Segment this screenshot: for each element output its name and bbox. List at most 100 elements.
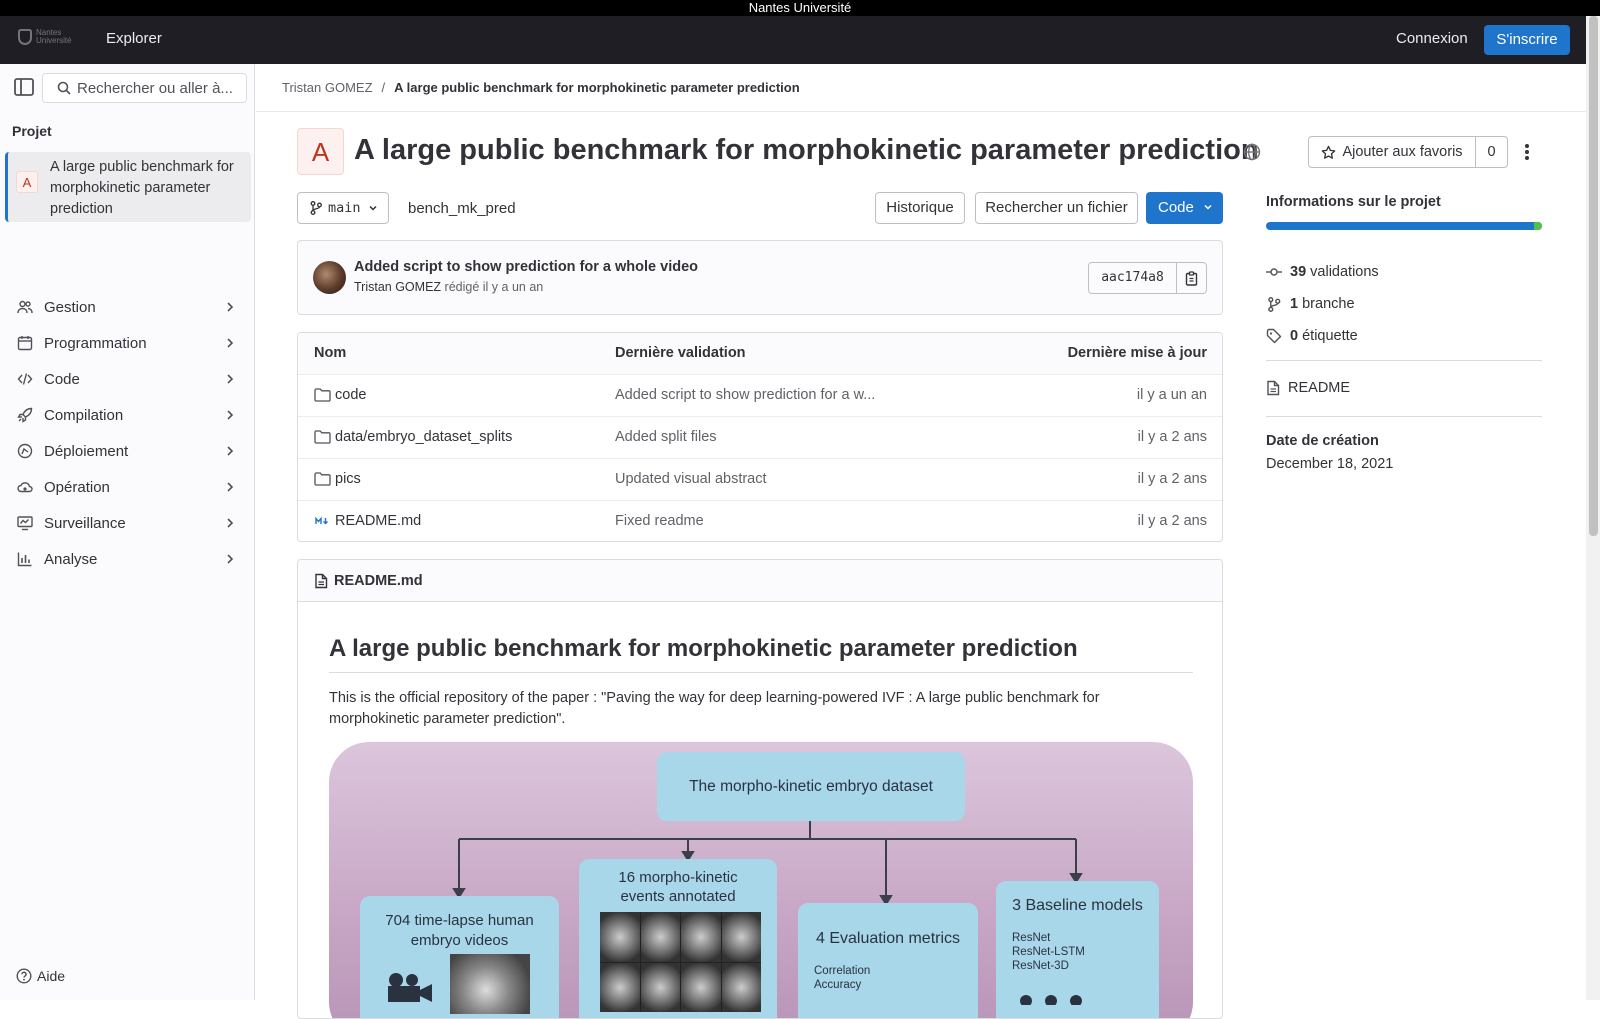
search-placeholder: Rechercher ou aller à...	[77, 79, 233, 97]
table-row[interactable]: code Added script to show prediction for…	[298, 375, 1222, 417]
file-icon	[315, 573, 328, 588]
visual-abstract-figure: The morpho-kinetic embryo dataset 704 ti…	[329, 742, 1193, 1018]
tags-label: étiquette	[1302, 328, 1358, 344]
sidebar-item-analyse[interactable]: Analyse	[0, 541, 255, 577]
breadcrumb-current[interactable]: A large public benchmark for morphokinet…	[394, 80, 800, 95]
help-link[interactable]: Aide	[16, 968, 65, 984]
branch-name: main	[328, 200, 361, 216]
users-icon	[16, 298, 34, 316]
search-input[interactable]: Rechercher ou aller à...	[42, 73, 247, 103]
figure-box-events-label: 16 morpho-kinetic events annotated	[618, 869, 738, 905]
file-name-cell[interactable]: pics	[314, 471, 361, 487]
readme-link[interactable]: README	[1266, 380, 1350, 396]
author-avatar[interactable]	[313, 261, 346, 294]
favorite-label: Ajouter aux favoris	[1342, 144, 1463, 160]
figure-box-models: 3 Baseline models ResNet ResNet-LSTM Res…	[996, 881, 1159, 1018]
brand-logo[interactable]: Nantes Université	[18, 29, 80, 45]
sidebar-item-deploiement[interactable]: Déploiement	[0, 433, 255, 469]
explore-link[interactable]: Explorer	[106, 30, 162, 47]
chevron-down-icon	[1204, 204, 1212, 210]
code-button-label: Code	[1158, 199, 1194, 216]
column-header-commit: Dernière validation	[615, 345, 746, 361]
favorite-button[interactable]: Ajouter aux favoris 0	[1308, 136, 1508, 168]
code-dropdown-button[interactable]: Code	[1146, 192, 1223, 224]
readme-filename[interactable]: README.md	[334, 573, 423, 589]
sidebar-toggle-icon[interactable]	[14, 78, 36, 96]
model-item: ResNet	[1012, 932, 1051, 944]
favorite-count[interactable]: 0	[1476, 144, 1507, 160]
repo-path[interactable]: bench_mk_pred	[408, 200, 516, 217]
login-link[interactable]: Connexion	[1396, 30, 1468, 47]
table-row[interactable]: pics Updated visual abstract il y a 2 an…	[298, 459, 1222, 501]
table-row[interactable]: README.md Fixed readme il y a 2 ans	[298, 501, 1222, 541]
model-item: ResNet-3D	[1012, 960, 1069, 972]
sidebar-item-code[interactable]: Code	[0, 361, 255, 397]
file-updated: il y a 2 ans	[1137, 471, 1207, 487]
top-navigation: Nantes Université Explorer Connexion S'i…	[0, 16, 1586, 64]
commit-sha[interactable]: aac174a8	[1089, 263, 1177, 293]
file-commit[interactable]: Added split files	[615, 429, 717, 445]
breadcrumb-owner[interactable]: Tristan GOMEZ	[282, 80, 373, 95]
branch-selector[interactable]: main	[297, 192, 389, 224]
file-commit[interactable]: Fixed readme	[615, 513, 704, 529]
logo-icon	[18, 29, 32, 45]
chart-icon	[16, 550, 34, 568]
sidebar-item-operation[interactable]: Opération	[0, 469, 255, 505]
chevron-right-icon	[227, 518, 234, 528]
history-button[interactable]: Historique	[875, 192, 965, 224]
branches-count: 1	[1290, 296, 1299, 312]
copy-sha-button[interactable]	[1177, 263, 1206, 293]
readme-heading: A large public benchmark for morphokinet…	[329, 635, 1193, 673]
help-label: Aide	[37, 968, 66, 984]
tags-link[interactable]: 0 étiquette	[1266, 328, 1358, 344]
scrollbar-thumb[interactable]	[1589, 16, 1598, 536]
table-header: Nom Dernière validation Dernière mise à …	[298, 333, 1222, 375]
breadcrumb: Tristan GOMEZ / A large public benchmark…	[282, 80, 800, 95]
system-title-bar: Nantes Université	[0, 0, 1600, 16]
file-commit[interactable]: Updated visual abstract	[615, 471, 767, 487]
column-header-name: Nom	[314, 345, 347, 361]
system-title: Nantes Université	[748, 0, 852, 15]
sidebar-item-programmation[interactable]: Programmation	[0, 325, 255, 361]
commit-author[interactable]: Tristan GOMEZ	[354, 280, 441, 294]
created-label: Date de création	[1266, 433, 1379, 449]
sidebar-item-compilation[interactable]: Compilation	[0, 397, 255, 433]
readme-header: README.md	[298, 560, 1222, 602]
chevron-right-icon	[227, 302, 234, 312]
calendar-icon	[16, 334, 34, 352]
file-commit[interactable]: Added script to show prediction for a w.…	[615, 387, 875, 403]
figure-root-label: The morpho-kinetic embryo dataset	[689, 778, 933, 795]
readme-panel: README.md A large public benchmark for m…	[297, 559, 1223, 1019]
logo-text: Nantes Université	[36, 28, 72, 45]
signup-button[interactable]: S'inscrire	[1484, 25, 1570, 55]
sidebar-item-project[interactable]: A A large public benchmark for morphokin…	[5, 152, 251, 222]
figure-box-videos-label: 704 time-lapse human embryo videos	[385, 912, 534, 949]
camera-icon	[388, 973, 432, 1002]
sidebar-item-label: Code	[44, 370, 80, 388]
sidebar-item-surveillance[interactable]: Surveillance	[0, 505, 255, 541]
find-file-button[interactable]: Rechercher un fichier	[975, 192, 1138, 224]
branch-icon	[1268, 296, 1281, 312]
more-actions-icon[interactable]	[1524, 143, 1530, 161]
page-scrollbar[interactable]	[1586, 16, 1600, 1000]
file-name-cell[interactable]: code	[314, 387, 366, 403]
commit-message[interactable]: Added script to show prediction for a wh…	[354, 259, 698, 275]
chevron-right-icon	[227, 554, 234, 564]
branches-link[interactable]: 1 branche	[1266, 296, 1355, 312]
file-name-cell[interactable]: README.md	[314, 513, 421, 529]
code-icon	[16, 370, 34, 388]
file-name-cell[interactable]: data/embryo_dataset_splits	[314, 429, 512, 445]
file-name: pics	[335, 471, 361, 487]
figure-box-videos: 704 time-lapse human embryo videos	[360, 896, 559, 1018]
project-avatar-large: A	[297, 128, 344, 175]
rocket-icon	[16, 406, 34, 424]
commits-link[interactable]: 39 validations	[1266, 264, 1379, 280]
commit-icon	[1266, 268, 1282, 276]
language-bar[interactable]	[1266, 222, 1542, 230]
figure-root-box: The morpho-kinetic embryo dataset	[657, 752, 965, 821]
figure-box-models-title: 3 Baseline models	[1012, 897, 1143, 914]
commit-sha-group: aac174a8	[1088, 262, 1207, 294]
sidebar-item-gestion[interactable]: Gestion	[0, 289, 255, 325]
table-row[interactable]: data/embryo_dataset_splits Added split f…	[298, 417, 1222, 459]
figure-box-metrics: 4 Evaluation metrics Correlation Accurac…	[798, 903, 978, 1018]
